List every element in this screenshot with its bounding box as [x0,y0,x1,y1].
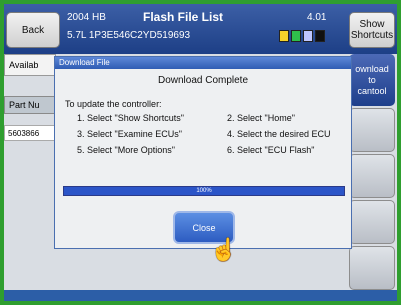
download-to-scantool-button[interactable]: ownload to cantool [349,54,395,106]
status-icons [279,30,325,42]
instruction-steps: 1. Select "Show Shortcuts" 2. Select "Ho… [77,113,347,155]
status-footer [4,290,397,301]
dialog-intro: To update the controller: [65,99,162,109]
vehicle-year-model: 2004 HB [67,12,106,23]
show-shortcuts-button[interactable]: Show Shortcuts [349,12,395,48]
engine-vin: 5.7L 1P3E546C2YD519693 [67,30,191,41]
table-row[interactable]: 5603866 [4,125,56,141]
side-button-2[interactable] [349,108,395,152]
version-label: 4.01 [307,12,327,23]
heart-icon [315,30,325,42]
step-1: 1. Select "Show Shortcuts" [77,113,184,123]
dialog-title: Download File [55,57,351,69]
side-button-3[interactable] [349,154,395,198]
back-button[interactable]: Back [6,12,60,48]
side-button-4[interactable] [349,200,395,244]
network-icon [303,30,313,42]
connection-icon [291,30,301,42]
column-header-part-number: Part Nu [4,96,56,114]
dialog-heading: Download Complete [157,75,249,86]
top-bar: Back 2004 HB Flash File List 4.01 5.7L 1… [4,4,397,54]
tab-available[interactable]: Availab [4,54,56,76]
step-6: 6. Select "ECU Flash" [227,145,315,155]
flash-file-screen: Back 2004 HB Flash File List 4.01 5.7L 1… [4,4,397,301]
step-5: 5. Select "More Options" [77,145,175,155]
page-title: Flash File List [143,10,224,24]
progress-label: 100% [196,188,212,194]
step-4: 4. Select the desired ECU [227,129,331,139]
download-progress-bar: 100% [63,186,345,196]
step-3: 3. Select "Examine ECUs" [77,129,182,139]
battery-icon [279,30,289,42]
download-file-dialog: Download File Download Complete To updat… [54,56,352,249]
step-2: 2. Select "Home" [227,113,295,123]
pointing-hand-icon: ☝ [210,237,238,262]
side-button-5[interactable] [349,246,395,290]
